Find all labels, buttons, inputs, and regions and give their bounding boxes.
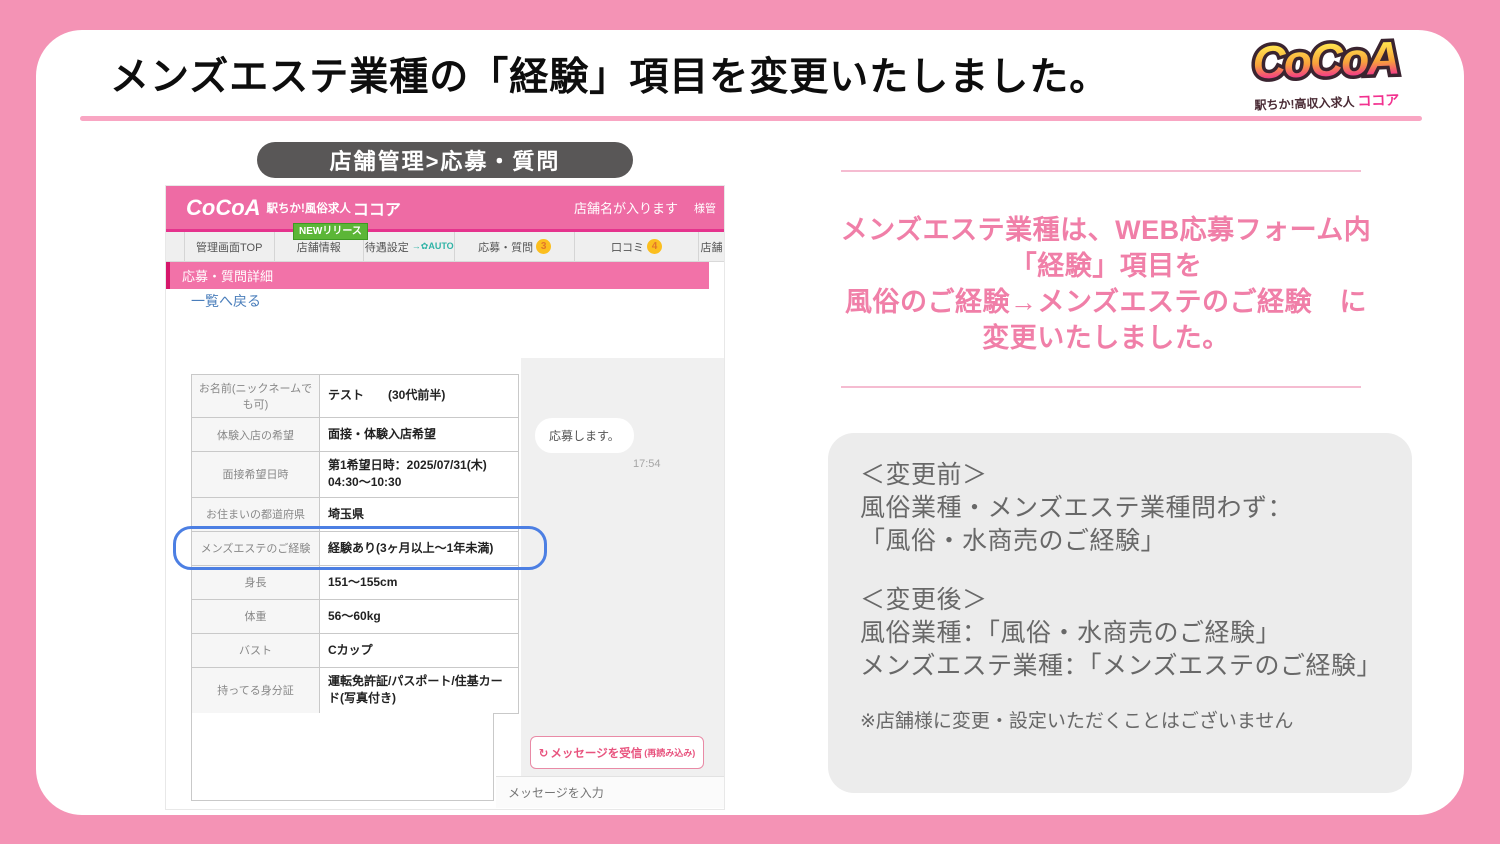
notification-badge: 3 (536, 239, 551, 254)
announcement-card: メンズエステ業種の「経験」項目を変更いたしました。 CoCoA CoCoA Co… (36, 30, 1464, 815)
admin-brand-tagline: 駅ちか!風俗求人 (267, 200, 351, 216)
change-after-lines: 風俗業種：「風俗・水商売のご経験」メンズエステ業種：「メンズエステのご経験」 (860, 617, 1380, 683)
table-row: 面接希望日時第1希望日時：2025/07/31(木) 04:30〜10:30 (192, 452, 519, 498)
admin-tab-label: 待遇設定 (365, 239, 409, 255)
announcement-line: 変更いたしました。 (806, 320, 1406, 356)
change-note: ※店舗様に変更・設定いただくことはございません (860, 705, 1380, 738)
change-line: 風俗業種：「風俗・水商売のご経験」 (860, 617, 1380, 650)
table-row: 身長151〜155cm (192, 566, 519, 600)
section-title-bar: 応募・質問詳細 (166, 262, 709, 289)
logo-katakana: ココア (1357, 91, 1400, 108)
page-title: メンズエステ業種の「経験」項目を変更いたしました。 (110, 46, 1109, 102)
admin-tab-bar: NEWリリース 管理画面TOP店舗情報待遇設定→✿AUTO応募・質問3口コミ4店… (166, 232, 724, 262)
receive-message-button[interactable]: ↻ メッセージを受信 (再読み込み) (530, 736, 704, 769)
row-label: 体重 (192, 600, 320, 633)
admin-screenshot: CoCoA 駅ちか!風俗求人 ココア 店舗名が入ります 様管 NEWリリース 管… (165, 185, 725, 810)
row-value: 面接・体験入店希望 (320, 418, 519, 451)
admin-tab-label: 管理画面TOP (196, 239, 262, 255)
message-input[interactable] (496, 777, 724, 808)
chat-timestamp: 17:54 (633, 458, 661, 470)
back-to-list-link[interactable]: 一覧へ戻る (191, 291, 261, 311)
announcement-rule-bottom (841, 386, 1361, 388)
admin-tab-label: 店舗情報 (297, 239, 341, 255)
table-row: 体験入店の希望面接・体験入店希望 (192, 418, 519, 452)
message-input-bar (496, 776, 724, 808)
row-value: 56〜60kg (320, 600, 519, 633)
announcement-line: 「経験」項目を (806, 248, 1406, 284)
admin-tab[interactable]: 応募・質問3 (454, 232, 573, 261)
shop-name-suffix: 様管 (694, 200, 716, 216)
row-label: 持ってる身分証 (192, 668, 320, 713)
cocoa-logo: CoCoA CoCoA CoCoA 駅ちか!高収入求人ココア (1216, 26, 1435, 125)
notification-badge: 4 (647, 239, 662, 254)
announcement-line: メンズエステ業種は、WEB応募フォーム内 (806, 212, 1406, 248)
row-label: 身長 (192, 566, 320, 599)
change-line: 風俗業種・メンズエステ業種問わず： (860, 492, 1380, 525)
change-box-spacer (860, 558, 1380, 584)
announcement-line: 風俗のご経験→メンズエステのご経験 に (806, 284, 1406, 320)
announcement-rule-top (841, 170, 1361, 172)
admin-tab[interactable]: 口コミ4 (574, 232, 698, 261)
change-before-lines: 風俗業種・メンズエステ業種問わず：「風俗・水商売のご経験」 (860, 492, 1380, 558)
new-release-badge: NEWリリース (293, 223, 368, 240)
table-row: バストCカップ (192, 634, 519, 668)
table-footer-empty (191, 713, 494, 801)
change-before-title: ＜変更前＞ (860, 459, 1380, 492)
row-value: 第1希望日時：2025/07/31(木) 04:30〜10:30 (320, 452, 519, 497)
admin-brand-katakana: ココア (353, 196, 401, 220)
chat-panel: 応募します。 17:54 ↻ メッセージを受信 (再読み込み) (521, 358, 724, 776)
row-label: 面接希望日時 (192, 452, 320, 497)
chat-bubble: 応募します。 (535, 418, 634, 453)
row-value: テスト (30代前半) (320, 375, 519, 417)
row-label: 体験入店の希望 (192, 418, 320, 451)
admin-tab[interactable]: 管理画面TOP (184, 232, 274, 261)
row-value: 151〜155cm (320, 566, 519, 599)
admin-tab[interactable]: 待遇設定→✿AUTO (363, 232, 454, 261)
row-value: 運転免許証/パスポート/住基カード(写真付き) (320, 668, 519, 713)
change-box: ＜変更前＞ 風俗業種・メンズエステ業種問わず：「風俗・水商売のご経験」 ＜変更後… (828, 433, 1412, 793)
highlight-ring (173, 526, 547, 570)
row-value: Cカップ (320, 634, 519, 667)
row-label: お名前(ニックネームでも可) (192, 375, 320, 417)
change-line: メンズエステ業種：「メンズエステのご経験」 (860, 650, 1380, 683)
breadcrumb-badge: 店舗管理>応募・質問 (257, 142, 633, 178)
cocoa-logo-icon: CoCoA CoCoA CoCoA (1216, 26, 1434, 94)
admin-tab-label: 応募・質問 (478, 239, 533, 255)
table-row: 体重56〜60kg (192, 600, 519, 634)
change-after-title: ＜変更後＞ (860, 584, 1380, 617)
admin-tab-label: 口コミ (611, 239, 644, 255)
auto-setting-icon: →✿AUTO (412, 241, 454, 252)
change-line: 「風俗・水商売のご経験」 (860, 525, 1380, 558)
row-label: バスト (192, 634, 320, 667)
admin-brand-logo: CoCoA (186, 195, 261, 221)
admin-tab[interactable]: 店舗 (698, 232, 724, 261)
admin-header: CoCoA 駅ちか!風俗求人 ココア 店舗名が入ります 様管 (166, 186, 724, 229)
shop-name-placeholder: 店舗名が入ります (574, 198, 678, 217)
table-row: 持ってる身分証運転免許証/パスポート/住基カード(写真付き) (192, 668, 519, 714)
table-row: お名前(ニックネームでも可)テスト (30代前半) (192, 375, 519, 418)
announcement-text: メンズエステ業種は、WEB応募フォーム内「経験」項目を風俗のご経験→メンズエステ… (806, 212, 1406, 356)
refresh-icon: ↻ (539, 746, 549, 760)
admin-tab-label: 店舗 (701, 239, 723, 255)
